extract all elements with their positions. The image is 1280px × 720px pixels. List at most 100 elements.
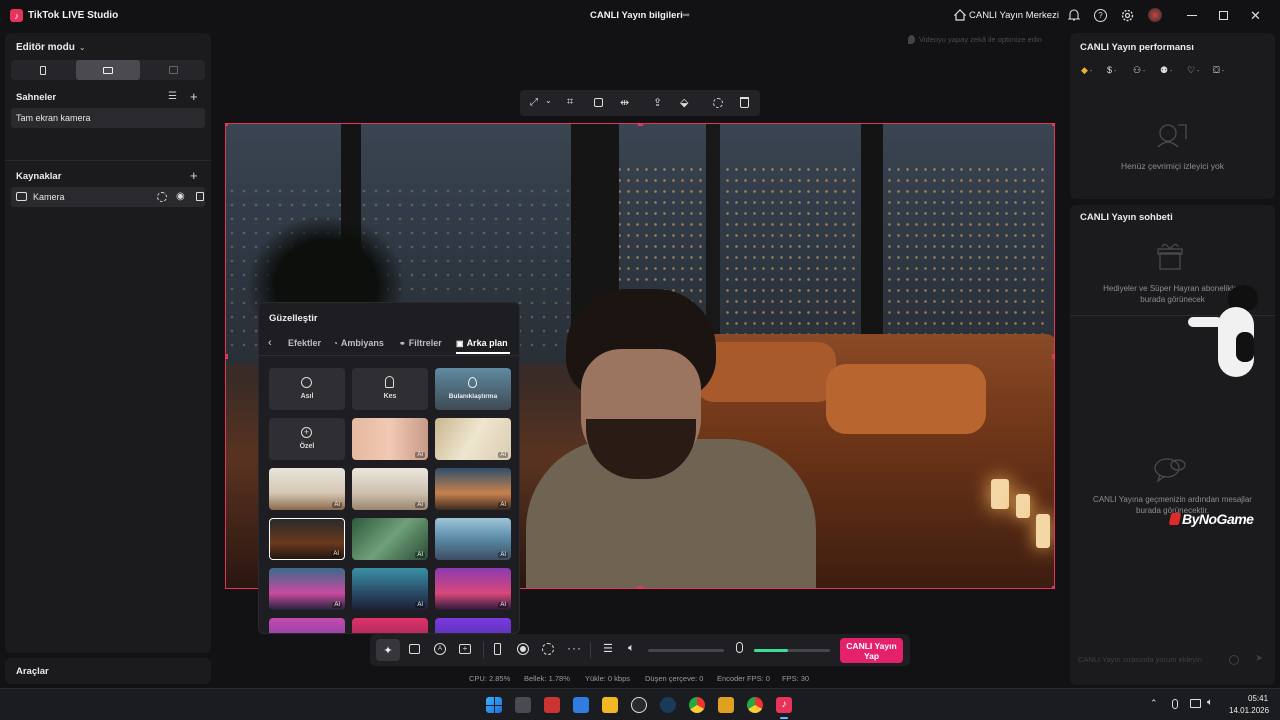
chrome-icon[interactable] <box>689 697 705 713</box>
phone-icon[interactable] <box>494 643 501 655</box>
lock-icon[interactable] <box>196 192 204 201</box>
landscape-mode-icon[interactable] <box>76 60 140 80</box>
tab-ambiance[interactable]: ◔ Ambiyans <box>333 338 384 348</box>
background-thumb[interactable] <box>435 618 511 633</box>
stream-info-link[interactable]: CANLI Yayın bilgileri <box>590 10 683 21</box>
avatar[interactable] <box>1148 8 1162 22</box>
gift-icon[interactable]: ⛋ - <box>1213 65 1224 76</box>
resize-handle[interactable] <box>1052 354 1054 359</box>
share-icon[interactable]: ➦ <box>682 10 690 21</box>
option-cut[interactable]: Kes <box>352 368 428 410</box>
restore-icon[interactable] <box>1219 11 1228 20</box>
background-thumb-selected[interactable]: AI <box>269 518 345 560</box>
clock-time[interactable]: 05:41 <box>1248 694 1268 703</box>
background-thumb[interactable]: AI <box>269 568 345 610</box>
close-icon[interactable]: ✕ <box>1250 8 1261 24</box>
file-explorer-icon[interactable] <box>602 697 618 713</box>
help-icon[interactable]: ? <box>1094 9 1107 22</box>
tab-filters[interactable]: ⚭ Filtreler <box>399 338 442 348</box>
background-thumb[interactable] <box>269 618 345 633</box>
mic-volume-slider[interactable] <box>754 649 830 652</box>
resize-handle[interactable] <box>638 124 643 126</box>
back-arrow-icon[interactable]: ‹ <box>268 337 272 349</box>
trash-icon[interactable] <box>740 97 749 108</box>
tab-background[interactable]: ▣ Arka plan <box>456 338 508 348</box>
followers-icon[interactable]: ⚉ - <box>1160 65 1172 76</box>
resize-handle[interactable] <box>226 354 228 359</box>
store-icon[interactable] <box>573 697 589 713</box>
speaker-volume-slider[interactable] <box>648 649 724 652</box>
background-thumb[interactable]: AI <box>269 468 345 510</box>
bring-front-icon[interactable]: ⇪ <box>653 96 662 109</box>
beautify-icon[interactable] <box>713 98 723 108</box>
chat-input[interactable]: CANLI Yayın sırasında yorum ekleyin <box>1078 653 1238 667</box>
viewers-icon[interactable]: ⚇ - <box>1133 65 1145 76</box>
option-original[interactable]: Asıl <box>269 368 345 410</box>
speaker-icon[interactable]: 🔈︎ <box>628 642 635 655</box>
settings-gear-icon[interactable] <box>1120 8 1134 22</box>
tab-effects[interactable]: Efektler <box>288 338 321 348</box>
emoji-icon[interactable] <box>1229 655 1239 665</box>
beautify-icon[interactable] <box>157 192 167 202</box>
tiktok-live-icon[interactable]: ♪ <box>776 697 792 713</box>
crop-icon[interactable]: ⌗ <box>567 96 573 109</box>
task-view-icon[interactable] <box>515 697 531 713</box>
display-tray-icon[interactable] <box>1190 699 1201 708</box>
option-blur[interactable]: Bulanıklaştırma <box>435 368 511 410</box>
app-icon[interactable] <box>718 697 734 713</box>
mic-tray-icon[interactable] <box>1172 699 1178 709</box>
windows-start-icon[interactable] <box>486 697 502 713</box>
background-thumb[interactable]: AI <box>435 568 511 610</box>
chevron-down-icon[interactable]: ⌄ <box>545 96 552 105</box>
background-thumb[interactable]: AI <box>352 518 428 560</box>
background-thumb[interactable]: AI <box>352 468 428 510</box>
resize-handle[interactable] <box>638 586 643 588</box>
send-icon[interactable]: ➤ <box>1255 653 1263 664</box>
ai-optimize-hint[interactable]: Videoyu yapay zekâ ile optimize edin <box>908 35 1042 44</box>
source-item[interactable]: Kamera ◉ <box>11 187 205 207</box>
chrome-icon[interactable] <box>747 697 763 713</box>
heart-icon[interactable]: ♡ - <box>1187 65 1199 76</box>
background-thumb[interactable]: AI <box>352 568 428 610</box>
diamond-icon[interactable]: ◆ - <box>1081 65 1092 76</box>
mixer-icon[interactable]: ☰ <box>603 642 613 655</box>
go-live-button[interactable]: CANLI Yayın Yap <box>840 638 903 663</box>
add-media-icon[interactable]: + <box>459 644 471 654</box>
bell-icon[interactable] <box>1067 8 1081 22</box>
ai-icon[interactable]: A <box>434 643 446 655</box>
background-thumb[interactable] <box>352 618 428 633</box>
resize-handle[interactable] <box>226 124 228 126</box>
background-thumb[interactable]: AI <box>435 468 511 510</box>
capture-icon[interactable] <box>542 643 554 655</box>
option-custom[interactable]: + Özel <box>269 418 345 460</box>
clock-date[interactable]: 14.01.2026 <box>1229 706 1269 715</box>
add-scene-icon[interactable]: + <box>190 89 198 104</box>
background-thumb[interactable]: AI <box>352 418 428 460</box>
app-icon[interactable] <box>631 697 647 713</box>
eye-icon[interactable]: ◉ <box>176 191 185 202</box>
magic-wand-icon[interactable]: ✦ <box>376 639 400 661</box>
resize-handle[interactable] <box>1052 124 1054 126</box>
live-center-link[interactable]: CANLI Yayın Merkezi <box>969 10 1059 21</box>
fit-icon[interactable]: ⤢ <box>530 97 538 108</box>
send-back-icon[interactable]: ⬙ <box>680 96 688 109</box>
duplicate-icon[interactable] <box>594 98 603 107</box>
more-icon[interactable]: ··· <box>567 641 582 655</box>
list-icon[interactable]: ☰ <box>168 91 177 102</box>
scene-item[interactable]: Tam ekran kamera <box>11 108 205 128</box>
dual-mode-icon[interactable] <box>141 60 205 80</box>
background-thumb[interactable]: AI <box>435 418 511 460</box>
chevron-up-icon[interactable]: ⌃ <box>1150 698 1158 709</box>
record-icon[interactable] <box>517 643 529 655</box>
coin-icon[interactable]: $ - <box>1107 65 1116 75</box>
background-thumb[interactable]: AI <box>435 518 511 560</box>
scene-swap-icon[interactable] <box>409 644 420 654</box>
mic-icon[interactable] <box>736 642 743 653</box>
app-icon[interactable] <box>544 697 560 713</box>
volume-tray-icon[interactable]: 🔈︎ <box>1207 697 1213 708</box>
add-source-icon[interactable]: + <box>190 168 198 183</box>
editor-mode-dropdown[interactable]: Editör modu ⌄ <box>16 42 86 53</box>
portrait-mode-icon[interactable] <box>11 60 75 80</box>
flip-icon[interactable]: ⇹ <box>620 96 629 109</box>
minimize-icon[interactable] <box>1187 15 1197 16</box>
